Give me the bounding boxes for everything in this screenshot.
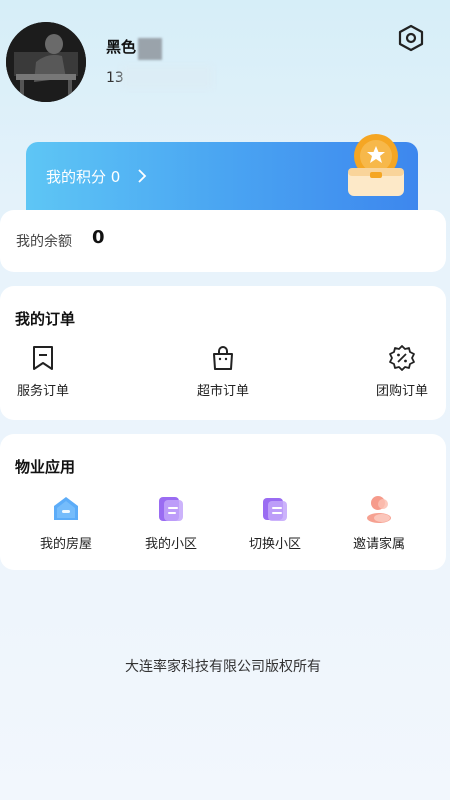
username: 黑色 [106, 38, 137, 56]
chevron-right-icon [138, 169, 147, 183]
community-icon [156, 494, 186, 524]
order-service-label: 服务订单 [16, 384, 69, 399]
order-market-label: 超市订单 [196, 384, 249, 399]
bookmark-icon [33, 346, 53, 370]
app-my-community-label: 我的小区 [144, 537, 197, 552]
house-icon [51, 494, 81, 524]
property-apps-title: 物业应用 [15, 458, 76, 476]
copyright-text: 大连率家科技有限公司版权所有 [125, 659, 321, 675]
invite-family-icon [364, 494, 394, 524]
app-switch-community-label: 切换小区 [248, 537, 301, 552]
name-redaction [138, 38, 162, 60]
avatar[interactable] [6, 22, 86, 102]
balance-value: 0 [92, 227, 105, 248]
treasure-chest-star-icon [348, 134, 404, 196]
phone-redaction [122, 66, 212, 88]
app-switch-community[interactable]: 切换小区 [235, 494, 315, 552]
balance-label: 我的余额 [16, 234, 72, 250]
discount-badge-icon [389, 345, 415, 371]
property-apps-card: 物业应用 我的房屋 我的小区 切换小区 邀请家属 [0, 434, 446, 570]
shopping-bag-icon [213, 346, 233, 370]
orders-title: 我的订单 [15, 310, 76, 328]
order-service[interactable]: 服务订单 [8, 344, 78, 399]
app-invite-family[interactable]: 邀请家属 [339, 494, 419, 552]
app-my-house[interactable]: 我的房屋 [26, 494, 106, 552]
order-group[interactable]: 团购订单 [367, 344, 437, 399]
points-label: 我的积分 0 [46, 168, 121, 186]
order-group-label: 团购订单 [375, 384, 428, 399]
app-invite-family-label: 邀请家属 [352, 537, 405, 552]
balance-card[interactable]: 我的余额 0 [0, 210, 446, 272]
order-market[interactable]: 超市订单 [188, 344, 258, 399]
app-my-house-label: 我的房屋 [39, 537, 92, 552]
orders-card: 我的订单 服务订单 超市订单 团购订单 [0, 286, 446, 420]
switch-community-icon [260, 494, 290, 524]
app-my-community[interactable]: 我的小区 [131, 494, 211, 552]
settings-icon[interactable] [397, 24, 425, 52]
